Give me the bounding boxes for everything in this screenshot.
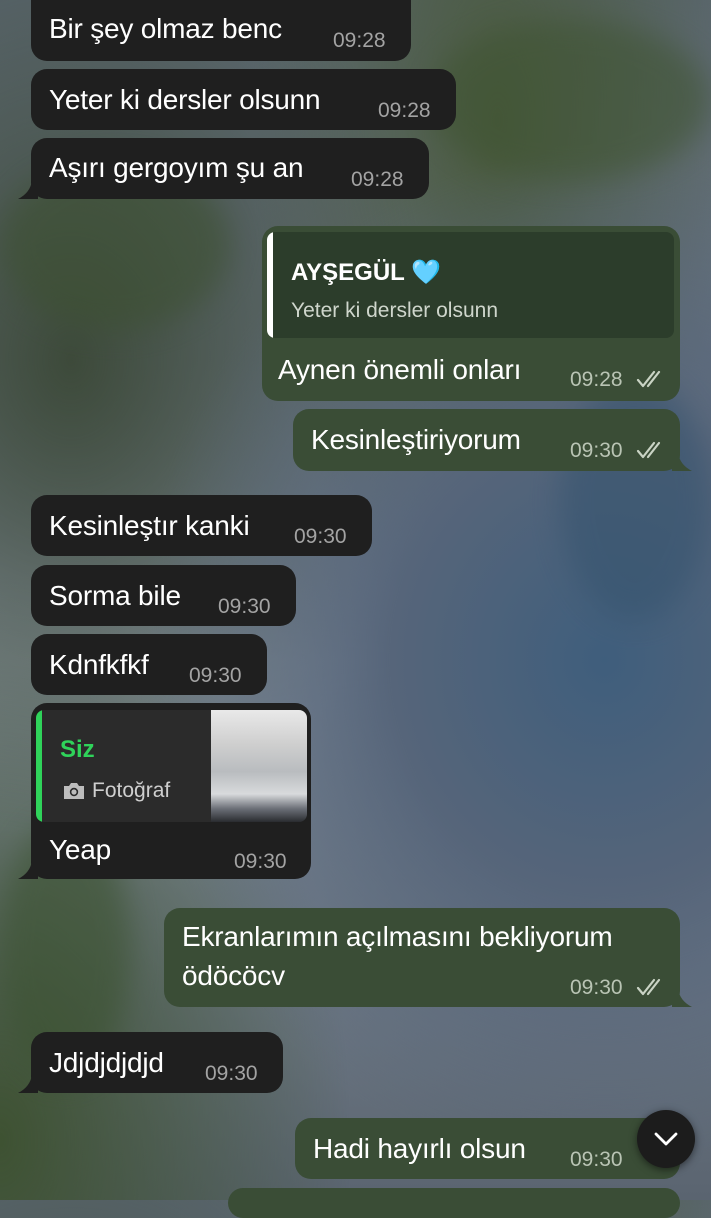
message-text: Ekranlarımın açılmasını bekliyorum (182, 921, 613, 952)
message-bubble-incoming[interactable]: Yeter ki dersler olsunn 09:28 (31, 69, 456, 130)
message-time: 09:28 (570, 368, 623, 391)
message-time: 09:30 (570, 1148, 623, 1171)
bubble-tail (18, 861, 38, 879)
message-text: Kesinleştiriyorum (311, 424, 521, 455)
message-text: Aşırı gergoyım şu an (49, 152, 304, 183)
message-bubble-outgoing[interactable] (228, 1188, 680, 1218)
message-text: ödöcöcv (182, 960, 285, 991)
message-time: 09:30 (570, 976, 623, 999)
reply-accent-bar (36, 710, 42, 822)
message-time: 09:30 (234, 850, 287, 873)
double-check-icon (636, 370, 661, 388)
message-bubble-incoming[interactable]: Siz Fotoğraf Yeap 09:30 (31, 703, 311, 879)
bubble-tail (672, 989, 692, 1007)
message-time: 09:30 (218, 595, 271, 618)
wallpaper-foliage (430, 20, 710, 180)
reply-snippet: Yeter ki dersler olsunn (291, 299, 499, 322)
message-text: Kesinleştır kanki (49, 510, 250, 541)
message-bubble-outgoing[interactable]: AYŞEGÜL 🩵 Yeter ki dersler olsunn Aynen … (262, 226, 680, 401)
reply-snippet: Fotoğraf (92, 779, 171, 802)
message-text: Yeap (49, 834, 112, 865)
message-bubble-outgoing[interactable]: Ekranlarımın açılmasını bekliyorum ödöcö… (164, 908, 680, 1007)
reply-quote[interactable]: Siz Fotoğraf (36, 710, 307, 822)
message-text: Yeter ki dersler olsunn (49, 84, 321, 115)
bubble-tail (18, 181, 38, 199)
message-bubble-incoming[interactable]: Jdjdjdjdjd 09:30 (31, 1032, 283, 1093)
message-time: 09:28 (333, 29, 386, 52)
reply-author: AYŞEGÜL 🩵 (291, 259, 441, 286)
message-text: Aynen önemli onları (278, 354, 522, 385)
message-time: 09:30 (189, 664, 242, 687)
message-bubble-incoming[interactable]: Bir şey olmaz benc 09:28 (31, 0, 411, 61)
bubble-tail (672, 453, 692, 471)
message-bubble-incoming[interactable]: Kdnfkfkf 09:30 (31, 634, 267, 695)
message-time: 09:28 (378, 99, 431, 122)
message-time: 09:30 (205, 1062, 258, 1085)
reply-author: Siz (60, 736, 95, 763)
photo-thumbnail[interactable] (211, 710, 307, 822)
message-time: 09:28 (351, 168, 404, 191)
chevron-down-icon (654, 1132, 678, 1146)
message-time: 09:30 (570, 439, 623, 462)
message-text: Jdjdjdjdjd (49, 1047, 164, 1078)
reply-quote[interactable]: AYŞEGÜL 🩵 Yeter ki dersler olsunn (267, 232, 674, 338)
message-bubble-incoming[interactable]: Kesinleştır kanki 09:30 (31, 495, 372, 556)
double-check-icon (636, 978, 661, 996)
message-bubble-outgoing[interactable]: Kesinleştiriyorum 09:30 (293, 409, 680, 471)
scroll-down-button[interactable] (637, 1110, 695, 1168)
bubble-tail (18, 1075, 38, 1093)
reply-accent-bar (267, 232, 273, 338)
message-text: Kdnfkfkf (49, 649, 149, 680)
message-text: Sorma bile (49, 580, 181, 611)
message-bubble-incoming[interactable]: Aşırı gergoyım şu an 09:28 (31, 138, 429, 199)
message-bubble-incoming[interactable]: Sorma bile 09:30 (31, 565, 296, 626)
message-text: Hadi hayırlı olsun (313, 1133, 526, 1164)
message-bubble-outgoing[interactable]: Hadi hayırlı olsun 09:30 (295, 1118, 680, 1179)
camera-icon (64, 783, 84, 799)
double-check-icon (636, 441, 661, 459)
message-time: 09:30 (294, 525, 347, 548)
message-text: Bir şey olmaz benc (49, 13, 282, 44)
